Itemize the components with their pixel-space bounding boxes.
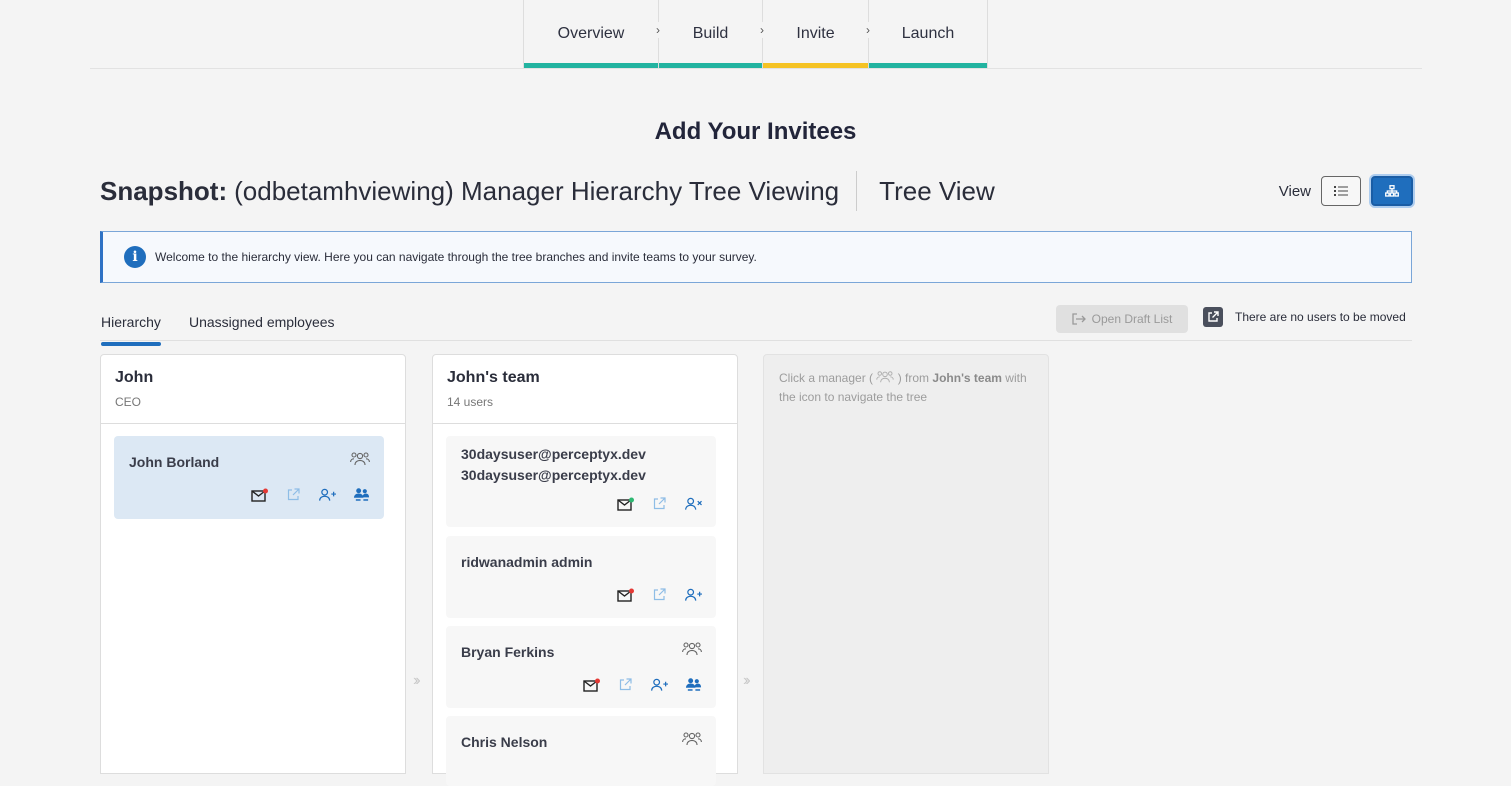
column-header: John CEO: [101, 355, 405, 424]
employee-name: 30daysuser@perceptyx.dev 30daysuser@perc…: [461, 446, 646, 483]
placeholder-text-middle: ) from: [897, 371, 930, 385]
title-divider: [856, 171, 858, 211]
employee-name: Bryan Ferkins: [461, 644, 555, 660]
chevron-right-icon: ›: [650, 22, 666, 38]
manager-team-icon[interactable]: [682, 641, 702, 662]
hierarchy-tree-icon: [1385, 185, 1399, 197]
card-actions: [617, 586, 702, 603]
step-invite[interactable]: Invite ›: [763, 0, 876, 68]
page-title: Add Your Invitees: [654, 118, 857, 145]
column-subtitle: CEO: [115, 395, 142, 409]
employee-card[interactable]: ridwanadmin admin: [446, 536, 716, 618]
column-title: John: [115, 369, 154, 386]
tab-bar: Hierarchy Unassigned employees Open Draf…: [100, 305, 1412, 346]
view-label: View: [1278, 182, 1311, 200]
column-title: John's team: [447, 369, 540, 386]
employee-name: John Borland: [129, 454, 220, 470]
add-team-icon[interactable]: [353, 486, 370, 503]
open-profile-icon[interactable]: [285, 486, 302, 503]
open-profile-icon[interactable]: [617, 676, 634, 693]
employee-name: ridwanadmin admin: [461, 554, 593, 570]
no-users-moved-text: There are no users to be moved: [1235, 310, 1406, 324]
open-profile-icon[interactable]: [651, 495, 668, 512]
open-draft-list-button[interactable]: Open Draft List: [1056, 305, 1188, 333]
add-user-icon[interactable]: [651, 676, 668, 693]
employee-name: Chris Nelson: [461, 734, 548, 750]
column-subtitle: 14 users: [447, 395, 494, 409]
move-status: There are no users to be moved: [1203, 307, 1406, 327]
banner-text: Welcome to the hierarchy view. Here you …: [155, 250, 757, 264]
add-user-icon[interactable]: [319, 486, 336, 503]
employee-card[interactable]: 30daysuser@perceptyx.dev 30daysuser@perc…: [446, 436, 716, 527]
step-build[interactable]: Build ›: [659, 0, 770, 68]
open-draft-label: Open Draft List: [1091, 312, 1173, 326]
step-label: Build: [692, 25, 729, 42]
card-actions: [251, 486, 370, 503]
column-header: John's team 14 users: [433, 355, 737, 424]
step-label: Launch: [901, 25, 955, 42]
snapshot-prefix: Snapshot:: [100, 175, 228, 206]
employee-card[interactable]: Chris Nelson: [446, 716, 716, 786]
chevron-right-icon: ›: [860, 22, 876, 38]
exit-arrow-icon: [1071, 313, 1086, 325]
hierarchy-column-root: John CEO John Borland: [100, 354, 406, 774]
placeholder-team-name: John's team: [932, 371, 1002, 385]
mail-status-icon[interactable]: [583, 676, 600, 693]
list-icon: [1334, 186, 1348, 196]
info-icon: i: [124, 246, 146, 268]
add-user-icon[interactable]: [685, 586, 702, 603]
snapshot-name: (odbetamhviewing) Manager Hierarchy Tree…: [234, 175, 840, 206]
chevron-double-right-icon: ››: [413, 672, 420, 689]
header-divider: [90, 68, 1422, 69]
external-link-icon[interactable]: [1203, 307, 1223, 327]
manager-team-icon[interactable]: [682, 731, 702, 752]
tab-hierarchy[interactable]: Hierarchy: [101, 314, 161, 346]
list-view-button[interactable]: [1321, 176, 1361, 206]
employee-card[interactable]: Bryan Ferkins: [446, 626, 716, 708]
step-label: Overview: [557, 25, 625, 42]
add-team-icon[interactable]: [685, 676, 702, 693]
mail-status-icon[interactable]: [617, 586, 634, 603]
tab-unassigned-employees[interactable]: Unassigned employees: [189, 314, 335, 330]
chevron-right-icon: ›: [754, 22, 770, 38]
chevron-double-right-icon: ››: [743, 672, 750, 689]
mail-status-icon[interactable]: [251, 486, 268, 503]
empty-column-placeholder: Click a manager ( ) from John's team wit…: [763, 354, 1049, 774]
view-switcher: View: [1279, 176, 1413, 206]
progress-stepper: Overview › Build › Invite › Launch: [523, 0, 988, 68]
employee-card[interactable]: John Borland: [114, 436, 384, 519]
card-actions: [583, 676, 702, 693]
step-label: Invite: [796, 25, 835, 42]
manager-team-icon[interactable]: [350, 451, 370, 472]
open-profile-icon[interactable]: [651, 586, 668, 603]
remove-user-icon[interactable]: [685, 495, 702, 512]
card-actions: [617, 495, 702, 512]
info-banner: i Welcome to the hierarchy view. Here yo…: [100, 231, 1412, 283]
placeholder-text-prefix: Click a manager (: [779, 371, 874, 385]
mail-status-icon[interactable]: [617, 495, 634, 512]
step-overview[interactable]: Overview ›: [524, 0, 666, 68]
snapshot-title: Snapshot: (odbetamhviewing) Manager Hier…: [100, 171, 995, 211]
hierarchy-column-team: John's team 14 users 30daysuser@percepty…: [432, 354, 738, 786]
manager-team-icon: [876, 371, 895, 383]
tree-view-button[interactable]: [1371, 176, 1413, 206]
step-launch[interactable]: Launch: [869, 0, 987, 68]
view-name: Tree View: [879, 175, 995, 206]
